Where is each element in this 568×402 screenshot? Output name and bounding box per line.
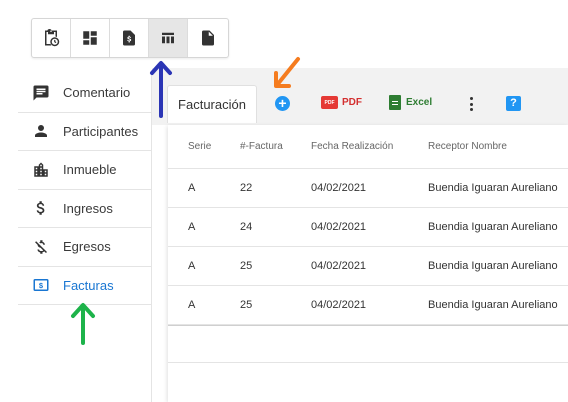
- column-header-factura[interactable]: #-Factura: [240, 141, 283, 152]
- cell-serie: A: [188, 260, 196, 272]
- clipboard-clock-button[interactable]: [32, 19, 71, 57]
- document-icon: [201, 30, 214, 46]
- cell-receptor: Buendia Iguaran Aureliano: [428, 299, 558, 311]
- dollar-icon: [32, 199, 50, 217]
- sidebar-item-label: Participantes: [63, 123, 139, 139]
- table-footer: [168, 325, 568, 363]
- dashboard-button[interactable]: [71, 19, 110, 57]
- table-header: Serie #-Factura Fecha Realización Recept…: [168, 125, 568, 169]
- invoice-dollar-button[interactable]: [110, 19, 149, 57]
- top-toolbar: [31, 18, 229, 58]
- cell-fecha: 04/02/2021: [311, 182, 367, 194]
- sidebar-divider: [151, 74, 152, 402]
- person-icon: [32, 122, 50, 140]
- table-row[interactable]: A 24 04/02/2021 Buendia Iguaran Aurelian…: [168, 208, 568, 247]
- cell-factura: 25: [240, 260, 253, 272]
- column-header-fecha[interactable]: Fecha Realización: [311, 141, 393, 152]
- cell-serie: A: [188, 221, 196, 233]
- sidebar-item-label: Egresos: [63, 239, 111, 255]
- pdf-icon: PDF: [321, 96, 338, 109]
- green-arrow-annotation: [71, 303, 95, 345]
- orange-arrow-annotation: [274, 57, 300, 88]
- table-row[interactable]: A 25 04/02/2021 Buendia Iguaran Aurelian…: [168, 247, 568, 286]
- plus-icon: +: [278, 95, 287, 111]
- dashboard-icon: [83, 31, 97, 45]
- cell-receptor: Buendia Iguaran Aureliano: [428, 260, 558, 272]
- receipt-icon: $: [32, 276, 50, 294]
- column-header-serie[interactable]: Serie: [188, 141, 211, 152]
- invoices-table: Serie #-Factura Fecha Realización Recept…: [168, 125, 568, 402]
- svg-text:$: $: [39, 281, 44, 290]
- help-button[interactable]: ?: [506, 96, 521, 111]
- sidebar-item-ingresos[interactable]: Ingresos: [18, 190, 152, 228]
- cell-fecha: 04/02/2021: [311, 221, 367, 233]
- cell-factura: 25: [240, 299, 253, 311]
- sidebar-item-egresos[interactable]: Egresos: [18, 228, 152, 267]
- tab-facturacion[interactable]: Facturación: [167, 85, 257, 123]
- invoice-dollar-icon: [123, 30, 135, 46]
- sidebar-item-label: Facturas: [63, 277, 114, 293]
- help-icon: ?: [510, 97, 517, 109]
- pdf-label: PDF: [342, 97, 362, 108]
- cell-fecha: 04/02/2021: [311, 299, 367, 311]
- money-off-icon: [32, 238, 50, 256]
- column-header-receptor[interactable]: Receptor Nombre: [428, 141, 507, 152]
- add-button[interactable]: +: [275, 96, 290, 111]
- cell-fecha: 04/02/2021: [311, 260, 367, 272]
- comment-icon: [32, 84, 50, 102]
- tab-label: Facturación: [178, 97, 246, 112]
- sidebar-item-comentario[interactable]: Comentario: [18, 74, 152, 113]
- cell-serie: A: [188, 182, 196, 194]
- sidebar-item-participantes[interactable]: Participantes: [18, 113, 152, 151]
- cell-receptor: Buendia Iguaran Aureliano: [428, 221, 558, 233]
- cell-factura: 24: [240, 221, 253, 233]
- building-icon: [32, 161, 50, 179]
- pdf-export-button[interactable]: PDF PDF: [321, 96, 362, 109]
- clipboard-clock-icon: [45, 29, 60, 47]
- document-button[interactable]: [188, 19, 227, 57]
- sidebar: Comentario Participantes Inmueble Ingres…: [18, 74, 152, 305]
- cell-serie: A: [188, 299, 196, 311]
- blue-arrow-annotation: [150, 61, 172, 118]
- excel-export-button[interactable]: Excel: [389, 95, 432, 110]
- excel-file-icon: [389, 95, 401, 110]
- table-row[interactable]: A 22 04/02/2021 Buendia Iguaran Aurelian…: [168, 169, 568, 208]
- table-view-button[interactable]: [149, 19, 188, 57]
- sidebar-item-inmueble[interactable]: Inmueble: [18, 151, 152, 190]
- sidebar-item-label: Inmueble: [63, 162, 117, 178]
- table-icon: [162, 32, 174, 44]
- sidebar-item-label: Comentario: [63, 85, 131, 101]
- cell-factura: 22: [240, 182, 253, 194]
- cell-receptor: Buendia Iguaran Aureliano: [428, 182, 558, 194]
- table-row[interactable]: A 25 04/02/2021 Buendia Iguaran Aurelian…: [168, 286, 568, 325]
- more-options-icon[interactable]: [470, 97, 474, 111]
- excel-label: Excel: [406, 97, 433, 108]
- sidebar-item-label: Ingresos: [63, 200, 113, 216]
